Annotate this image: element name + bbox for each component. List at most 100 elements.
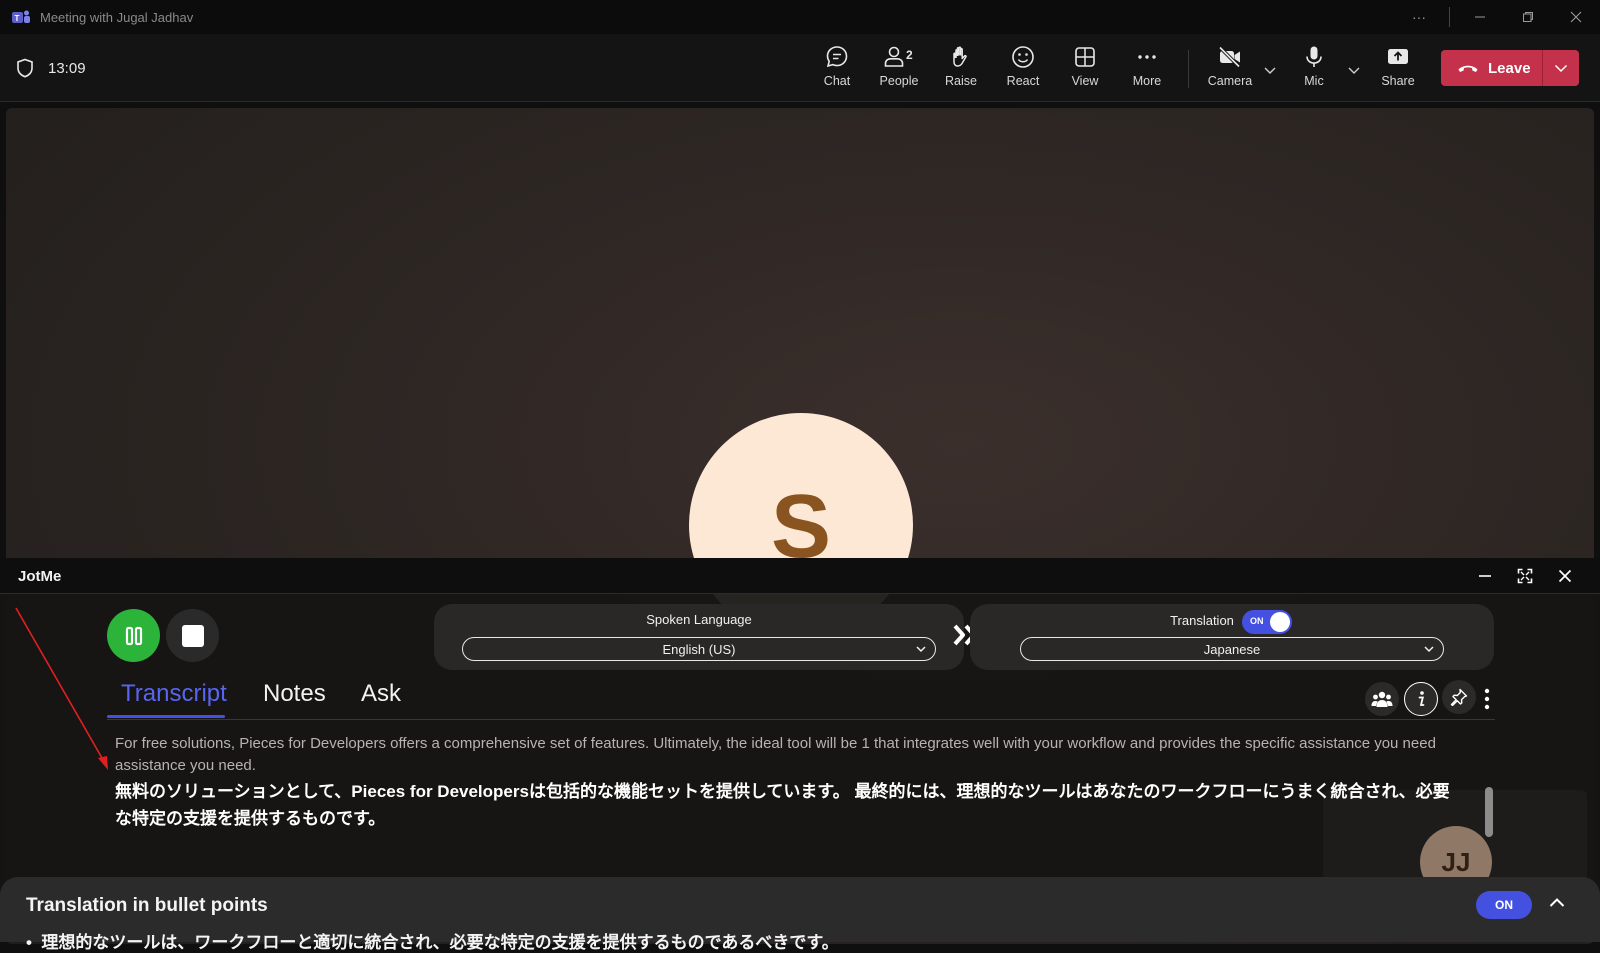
expand-icon [1517, 568, 1533, 584]
share-button[interactable]: Share [1368, 44, 1428, 88]
title-bar: T Meeting with Jugal Jadhav ··· [0, 0, 1600, 34]
share-label: Share [1381, 74, 1415, 88]
meeting-timer: 13:09 [48, 59, 86, 77]
restore-button[interactable] [1504, 0, 1552, 34]
mic-options-chevron-icon[interactable] [1346, 62, 1362, 78]
more-vertical-icon[interactable] [1483, 687, 1491, 711]
bullet-translation-drawer: Translation in bullet points ON • 理想的なツー… [0, 877, 1600, 952]
title-divider [1449, 7, 1450, 27]
stop-recording-button[interactable] [166, 609, 219, 662]
bullets-title: Translation in bullet points [26, 895, 268, 916]
camera-off-icon [1218, 46, 1241, 68]
spoken-language-panel: Spoken Language English (US) [434, 604, 964, 670]
teams-logo-icon: T [12, 10, 30, 23]
view-label: View [1071, 74, 1099, 88]
toolbar-divider [1188, 50, 1189, 88]
react-icon [1012, 46, 1034, 68]
transcript-original-text: For free solutions, Pieces for Developer… [115, 735, 1436, 774]
mic-icon [1306, 46, 1322, 67]
camera-button[interactable]: Camera [1200, 44, 1260, 88]
tab-divider [107, 719, 1495, 720]
info-icon [1418, 691, 1425, 706]
pin-icon [1450, 688, 1468, 706]
jotme-close-button[interactable] [1555, 566, 1575, 586]
active-tab-indicator [107, 715, 225, 718]
leave-options-button[interactable] [1543, 50, 1579, 86]
more-icon [1138, 55, 1156, 59]
jotme-header: JotMe [0, 558, 1600, 594]
bullets-toggle[interactable]: ON [1476, 891, 1532, 919]
camera-options-chevron-icon[interactable] [1262, 62, 1278, 78]
chat-label: Chat [823, 74, 851, 88]
tab-notes[interactable]: Notes [263, 680, 326, 708]
close-icon [1570, 11, 1582, 23]
self-avatar-initials: JJ [1441, 846, 1471, 877]
annotation-arrow-icon [15, 607, 108, 770]
leave-label: Leave [1488, 59, 1531, 77]
transcript-scrollbar[interactable] [1485, 787, 1493, 837]
spoken-language-label: Spoken Language [646, 612, 752, 627]
toggle-knob [1270, 612, 1290, 632]
people-icon: 2 [884, 46, 913, 67]
react-label: React [1006, 74, 1040, 88]
shield-icon[interactable] [16, 58, 34, 78]
share-icon [1388, 49, 1408, 64]
mic-button[interactable]: Mic [1284, 44, 1344, 88]
stop-icon [181, 624, 204, 647]
leave-button[interactable]: Leave [1441, 50, 1543, 86]
translation-panel: Translation ON Japanese [970, 604, 1494, 670]
chevron-up-icon[interactable] [1547, 893, 1567, 913]
tab-ask[interactable]: Ask [361, 680, 401, 708]
more-button[interactable]: More [1117, 44, 1177, 88]
bullet-item: • 理想的なツールは、ワークフローと適切に統合され、必要な特定の支援を提供するも… [26, 933, 839, 952]
pin-button[interactable] [1442, 680, 1476, 714]
chevron-down-icon [916, 646, 926, 653]
close-window-button[interactable] [1552, 0, 1600, 34]
view-button[interactable]: View [1055, 44, 1115, 88]
raise-label: Raise [945, 74, 977, 88]
chevron-down-icon [1554, 64, 1568, 73]
raise-hand-icon [953, 46, 967, 67]
pause-icon [125, 626, 142, 645]
raise-hand-button[interactable]: Raise [931, 44, 991, 88]
chat-button[interactable]: Chat [807, 44, 867, 88]
meeting-toolbar: 13:09 Chat 2 People Raise React View Mor… [0, 34, 1600, 102]
transcript-translated-text: 無料のソリューションとして、Pieces for Developersは包括的な… [115, 782, 1450, 828]
window-more-button[interactable]: ··· [1395, 0, 1443, 34]
svg-text:T: T [15, 14, 20, 23]
camera-label: Camera [1207, 74, 1253, 88]
svg-text:2: 2 [906, 48, 913, 62]
view-grid-icon [1075, 47, 1095, 67]
speakers-button[interactable] [1365, 682, 1399, 716]
more-label: More [1132, 74, 1162, 88]
jotme-title: JotMe [18, 568, 62, 585]
translation-toggle[interactable]: ON [1242, 610, 1292, 634]
spoken-language-select[interactable]: English (US) [462, 637, 936, 661]
jotme-minimize-button[interactable] [1475, 566, 1495, 586]
jotme-expand-button[interactable] [1515, 566, 1535, 586]
chevron-down-icon [1424, 646, 1434, 653]
group-icon [1371, 691, 1393, 707]
window-title: Meeting with Jugal Jadhav [40, 9, 194, 25]
tab-transcript[interactable]: Transcript [121, 680, 227, 708]
minimize-icon [1475, 16, 1485, 18]
hang-up-icon [1458, 65, 1478, 72]
translation-toggle-text: ON [1250, 616, 1264, 626]
mic-label: Mic [1304, 74, 1324, 88]
minimize-icon [1479, 575, 1491, 577]
people-button[interactable]: 2 People [869, 44, 929, 88]
info-button[interactable] [1404, 682, 1438, 716]
chat-icon [826, 46, 848, 68]
translation-language-select[interactable]: Japanese [1020, 637, 1444, 661]
restore-icon [1523, 12, 1533, 22]
minimize-button[interactable] [1456, 0, 1504, 34]
people-label: People [879, 74, 919, 88]
react-button[interactable]: React [993, 44, 1053, 88]
leave-button-group: Leave [1441, 50, 1579, 86]
spoken-language-value: English (US) [662, 641, 736, 657]
pause-recording-button[interactable] [107, 609, 160, 662]
close-icon [1558, 569, 1572, 583]
translation-language-value: Japanese [1203, 641, 1261, 657]
bullet-item-text: 理想的なツールは、ワークフローと適切に統合され、必要な特定の支援を提供するもので… [41, 933, 839, 952]
translation-label: Translation [1170, 613, 1234, 628]
